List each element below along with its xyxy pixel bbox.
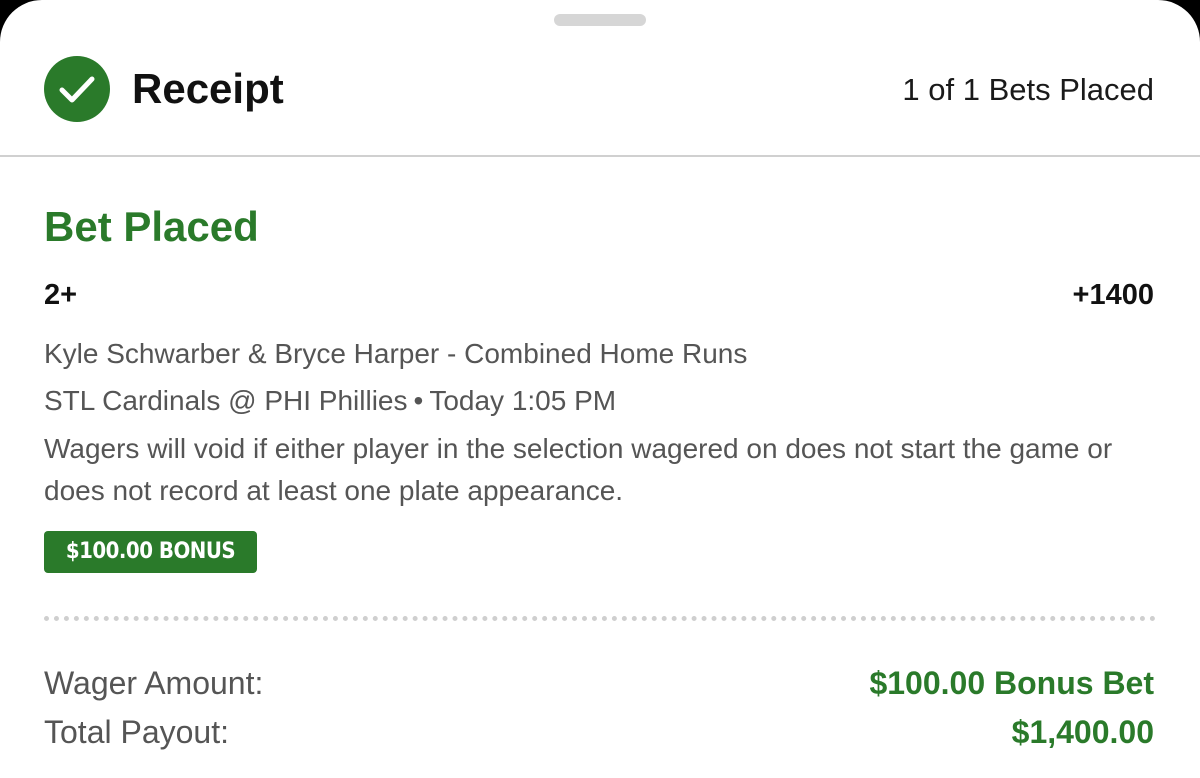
bet-odds: +1400 (1072, 279, 1154, 311)
total-payout-value: $1,400.00 (1011, 714, 1154, 750)
bets-placed-count: 1 of 1 Bets Placed (902, 72, 1154, 107)
bonus-bet-badge: $100.00 BONUS BET (44, 531, 257, 606)
page-title: Receipt (132, 65, 284, 112)
event-separator: • (413, 385, 424, 416)
bet-market: Kyle Schwarber & Bryce Harper - Combined… (44, 338, 748, 369)
bet-rules-text: Wagers will void if either player in the… (44, 433, 1113, 506)
dotted-divider (44, 616, 1156, 621)
wager-amount-value: $100.00 Bonus Bet (869, 665, 1154, 701)
event-start-time: Today 1:05 PM (429, 385, 617, 416)
bet-status-heading: Bet Placed (44, 203, 259, 250)
wager-amount-label: Wager Amount: (44, 665, 264, 701)
bet-event-info: STL Cardinals @ PHI Phillies • Today 1:05 … (44, 383, 616, 419)
total-payout-label: Total Payout: (44, 714, 229, 750)
header-divider (0, 155, 1200, 157)
receipt-sheet: Receipt 1 of 1 Bets Placed Bet Placed 2+… (0, 0, 1200, 778)
checkmark-circle-icon (44, 56, 110, 122)
bet-selection: 2+ (44, 279, 78, 311)
receipt-header: Receipt 1 of 1 Bets Placed (0, 0, 1200, 156)
event-matchup: STL Cardinals @ PHI Phillies (44, 385, 408, 416)
